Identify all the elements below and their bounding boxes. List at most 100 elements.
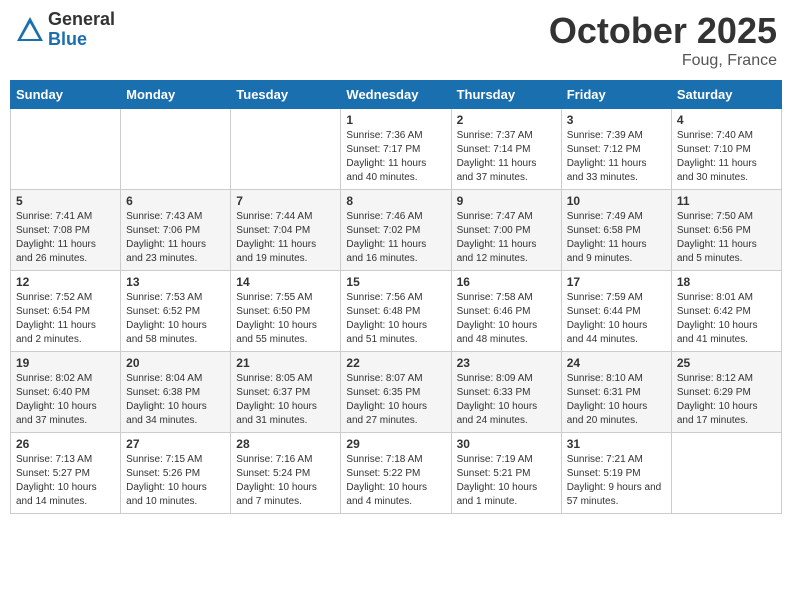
day-info: Sunrise: 7:15 AMSunset: 5:26 PMDaylight:… <box>126 453 225 509</box>
day-number: 28 <box>236 437 335 451</box>
day-info: Sunrise: 7:19 AMSunset: 5:21 PMDaylight:… <box>457 453 556 509</box>
calendar-week-row: 26Sunrise: 7:13 AMSunset: 5:27 PMDayligh… <box>11 433 782 514</box>
logo-icon <box>15 15 45 45</box>
day-number: 15 <box>346 275 445 289</box>
calendar-cell <box>11 109 121 190</box>
day-info: Sunrise: 7:49 AMSunset: 6:58 PMDaylight:… <box>567 210 666 266</box>
calendar-cell: 24 Sunrise: 8:10 AMSunset: 6:31 PMDayligh… <box>561 352 671 433</box>
calendar-cell: 18 Sunrise: 8:01 AMSunset: 6:42 PMDayligh… <box>671 271 781 352</box>
day-number: 9 <box>457 194 556 208</box>
day-number: 19 <box>16 356 115 370</box>
calendar-cell: 5 Sunrise: 7:41 AMSunset: 7:08 PMDaylight… <box>11 190 121 271</box>
calendar-week-row: 1 Sunrise: 7:36 AMSunset: 7:17 PMDaylight… <box>11 109 782 190</box>
day-info: Sunrise: 8:10 AMSunset: 6:31 PMDaylight:… <box>567 372 666 428</box>
day-number: 16 <box>457 275 556 289</box>
day-info: Sunrise: 8:07 AMSunset: 6:35 PMDaylight:… <box>346 372 445 428</box>
day-of-week-header: Tuesday <box>231 81 341 109</box>
day-number: 26 <box>16 437 115 451</box>
day-of-week-header: Thursday <box>451 81 561 109</box>
day-number: 14 <box>236 275 335 289</box>
day-number: 11 <box>677 194 776 208</box>
day-number: 4 <box>677 113 776 127</box>
day-info: Sunrise: 7:43 AMSunset: 7:06 PMDaylight:… <box>126 210 225 266</box>
logo-text: General Blue <box>48 10 115 50</box>
day-info: Sunrise: 7:50 AMSunset: 6:56 PMDaylight:… <box>677 210 776 266</box>
logo: General Blue <box>15 10 115 50</box>
calendar-cell <box>121 109 231 190</box>
calendar-cell: 21 Sunrise: 8:05 AMSunset: 6:37 PMDayligh… <box>231 352 341 433</box>
calendar-cell: 11 Sunrise: 7:50 AMSunset: 6:56 PMDayligh… <box>671 190 781 271</box>
calendar-cell: 31Sunrise: 7:21 AMSunset: 5:19 PMDayligh… <box>561 433 671 514</box>
day-info: Sunrise: 7:44 AMSunset: 7:04 PMDaylight:… <box>236 210 335 266</box>
calendar-cell: 13 Sunrise: 7:53 AMSunset: 6:52 PMDayligh… <box>121 271 231 352</box>
day-number: 24 <box>567 356 666 370</box>
day-number: 8 <box>346 194 445 208</box>
calendar-week-row: 5 Sunrise: 7:41 AMSunset: 7:08 PMDaylight… <box>11 190 782 271</box>
day-info: Sunrise: 7:16 AMSunset: 5:24 PMDaylight:… <box>236 453 335 509</box>
day-of-week-header: Wednesday <box>341 81 451 109</box>
day-number: 13 <box>126 275 225 289</box>
day-info: Sunrise: 7:46 AMSunset: 7:02 PMDaylight:… <box>346 210 445 266</box>
calendar-cell: 26Sunrise: 7:13 AMSunset: 5:27 PMDayligh… <box>11 433 121 514</box>
calendar-table: SundayMondayTuesdayWednesdayThursdayFrid… <box>10 80 782 514</box>
day-info: Sunrise: 7:21 AMSunset: 5:19 PMDaylight:… <box>567 453 666 509</box>
calendar-cell: 4 Sunrise: 7:40 AMSunset: 7:10 PMDaylight… <box>671 109 781 190</box>
calendar-week-row: 12Sunrise: 7:52 AMSunset: 6:54 PMDayligh… <box>11 271 782 352</box>
day-info: Sunrise: 7:53 AMSunset: 6:52 PMDaylight:… <box>126 291 225 347</box>
day-info: Sunrise: 8:12 AMSunset: 6:29 PMDaylight:… <box>677 372 776 428</box>
day-info: Sunrise: 8:04 AMSunset: 6:38 PMDaylight:… <box>126 372 225 428</box>
day-number: 20 <box>126 356 225 370</box>
calendar-cell: 19 Sunrise: 8:02 AMSunset: 6:40 PMDayligh… <box>11 352 121 433</box>
calendar-cell: 22Sunrise: 8:07 AMSunset: 6:35 PMDayligh… <box>341 352 451 433</box>
calendar-cell: 30 Sunrise: 7:19 AMSunset: 5:21 PMDayligh… <box>451 433 561 514</box>
day-number: 12 <box>16 275 115 289</box>
day-info: Sunrise: 8:09 AMSunset: 6:33 PMDaylight:… <box>457 372 556 428</box>
calendar-cell: 28 Sunrise: 7:16 AMSunset: 5:24 PMDayligh… <box>231 433 341 514</box>
calendar-cell: 15Sunrise: 7:56 AMSunset: 6:48 PMDayligh… <box>341 271 451 352</box>
day-of-week-header: Monday <box>121 81 231 109</box>
day-number: 27 <box>126 437 225 451</box>
calendar-cell: 17Sunrise: 7:59 AMSunset: 6:44 PMDayligh… <box>561 271 671 352</box>
day-info: Sunrise: 7:47 AMSunset: 7:00 PMDaylight:… <box>457 210 556 266</box>
day-number: 10 <box>567 194 666 208</box>
calendar-cell: 1 Sunrise: 7:36 AMSunset: 7:17 PMDaylight… <box>341 109 451 190</box>
day-number: 3 <box>567 113 666 127</box>
day-info: Sunrise: 7:40 AMSunset: 7:10 PMDaylight:… <box>677 129 776 185</box>
day-number: 6 <box>126 194 225 208</box>
title-block: October 2025 Foug, France <box>549 10 777 70</box>
day-number: 2 <box>457 113 556 127</box>
day-number: 18 <box>677 275 776 289</box>
calendar-cell: 12Sunrise: 7:52 AMSunset: 6:54 PMDayligh… <box>11 271 121 352</box>
day-info: Sunrise: 7:41 AMSunset: 7:08 PMDaylight:… <box>16 210 115 266</box>
calendar-cell <box>231 109 341 190</box>
day-number: 30 <box>457 437 556 451</box>
calendar-cell: 7 Sunrise: 7:44 AMSunset: 7:04 PMDaylight… <box>231 190 341 271</box>
day-number: 21 <box>236 356 335 370</box>
calendar-cell: 16 Sunrise: 7:58 AMSunset: 6:46 PMDayligh… <box>451 271 561 352</box>
day-info: Sunrise: 7:55 AMSunset: 6:50 PMDaylight:… <box>236 291 335 347</box>
day-info: Sunrise: 8:02 AMSunset: 6:40 PMDaylight:… <box>16 372 115 428</box>
day-info: Sunrise: 7:59 AMSunset: 6:44 PMDaylight:… <box>567 291 666 347</box>
calendar-cell: 14 Sunrise: 7:55 AMSunset: 6:50 PMDayligh… <box>231 271 341 352</box>
calendar-header-row: SundayMondayTuesdayWednesdayThursdayFrid… <box>11 81 782 109</box>
calendar-subtitle: Foug, France <box>549 52 777 70</box>
day-info: Sunrise: 8:01 AMSunset: 6:42 PMDaylight:… <box>677 291 776 347</box>
calendar-title: October 2025 <box>549 10 777 52</box>
calendar-cell: 20 Sunrise: 8:04 AMSunset: 6:38 PMDayligh… <box>121 352 231 433</box>
page-header: General Blue October 2025 Foug, France <box>10 10 782 70</box>
day-info: Sunrise: 7:58 AMSunset: 6:46 PMDaylight:… <box>457 291 556 347</box>
day-number: 7 <box>236 194 335 208</box>
day-info: Sunrise: 7:39 AMSunset: 7:12 PMDaylight:… <box>567 129 666 185</box>
calendar-cell: 8 Sunrise: 7:46 AMSunset: 7:02 PMDaylight… <box>341 190 451 271</box>
calendar-cell: 2 Sunrise: 7:37 AMSunset: 7:14 PMDaylight… <box>451 109 561 190</box>
day-number: 1 <box>346 113 445 127</box>
day-number: 29 <box>346 437 445 451</box>
day-info: Sunrise: 8:05 AMSunset: 6:37 PMDaylight:… <box>236 372 335 428</box>
calendar-cell: 27 Sunrise: 7:15 AMSunset: 5:26 PMDayligh… <box>121 433 231 514</box>
day-of-week-header: Saturday <box>671 81 781 109</box>
day-info: Sunrise: 7:37 AMSunset: 7:14 PMDaylight:… <box>457 129 556 185</box>
day-number: 5 <box>16 194 115 208</box>
calendar-cell: 9 Sunrise: 7:47 AMSunset: 7:00 PMDaylight… <box>451 190 561 271</box>
day-info: Sunrise: 7:36 AMSunset: 7:17 PMDaylight:… <box>346 129 445 185</box>
calendar-cell: 25Sunrise: 8:12 AMSunset: 6:29 PMDayligh… <box>671 352 781 433</box>
